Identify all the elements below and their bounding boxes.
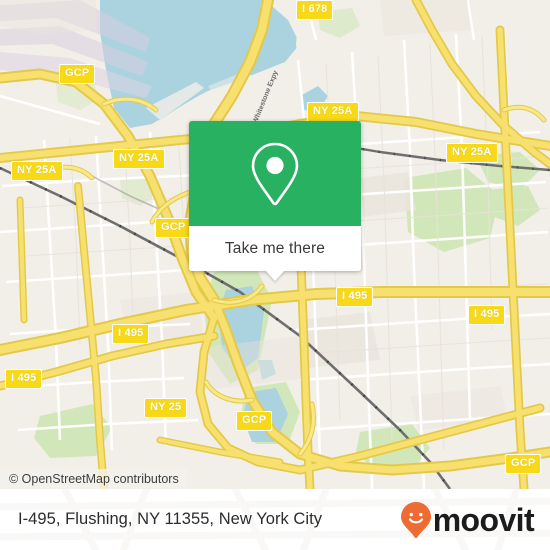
road-shield: I 495 [468, 305, 506, 325]
road-shield: GCP [59, 64, 96, 84]
road-shield: NY 25A [113, 149, 165, 169]
callout-body[interactable]: Take me there [189, 226, 361, 281]
moovit-pin-icon [400, 501, 431, 538]
road-shield: NY 25A [307, 102, 359, 122]
callout-tail [265, 270, 285, 281]
location-callout[interactable]: Take me there [189, 121, 361, 281]
road-shield: GCP [505, 454, 542, 474]
osm-attribution[interactable]: © OpenStreetMap contributors [0, 469, 187, 489]
location-address: I-495, Flushing, NY 11355, New York City [18, 510, 323, 528]
road-shield: I 495 [336, 287, 374, 307]
map-canvas[interactable]: I 678 GCP NY 25A NY 25A NY 25A NY 25A GC… [0, 0, 550, 489]
road-shield: NY 25 [144, 398, 188, 418]
take-me-there-label: Take me there [224, 239, 326, 257]
road-shield: GCP [155, 218, 192, 238]
moovit-map-screenshot: I 678 GCP NY 25A NY 25A NY 25A NY 25A GC… [0, 0, 550, 550]
map-pin-icon [251, 142, 299, 205]
callout-header [189, 121, 361, 226]
road-shield: I 495 [112, 324, 150, 344]
moovit-wordmark: moovit [432, 501, 535, 538]
road-shield: I 678 [296, 0, 334, 20]
road-shield: NY 25A [11, 161, 63, 181]
footer-bar: I-495, Flushing, NY 11355, New York City… [0, 489, 550, 550]
road-shield: I 495 [5, 369, 43, 389]
moovit-logo[interactable]: moovit [400, 501, 535, 539]
road-shield: NY 25A [446, 143, 498, 163]
road-shield: GCP [236, 411, 273, 431]
